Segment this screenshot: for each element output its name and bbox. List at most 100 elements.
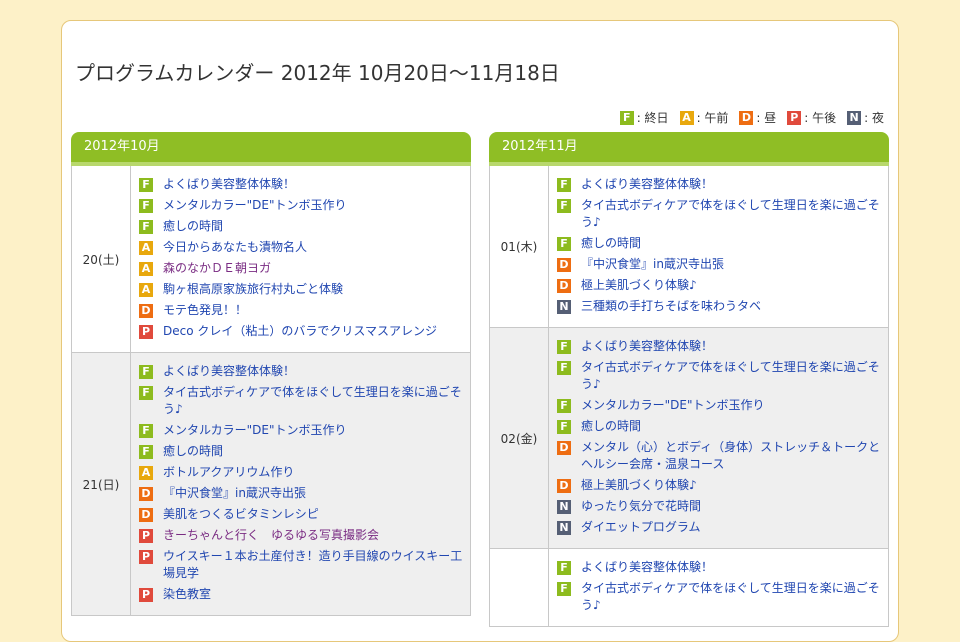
event-link[interactable]: タイ古式ボディケアで体をほぐして生理日を楽に過ごそう♪ bbox=[581, 580, 882, 614]
event-item: F 癒しの時間 bbox=[557, 418, 882, 435]
time-badge-f-icon: F bbox=[139, 178, 153, 192]
month-november: 2012年11月 01(木) F よくばり美容整体体験！ F タイ古式ボディケアで体をほ… bbox=[489, 132, 889, 627]
time-badge-p-icon: P bbox=[787, 110, 802, 125]
page-title: プログラムカレンダー 2012年 10月20日～11月18日 bbox=[75, 61, 560, 85]
event-item: N ダイエットプログラム bbox=[557, 519, 882, 536]
event-link[interactable]: 『中沢食堂』in蔵沢寺出張 bbox=[581, 256, 724, 273]
event-item: N 三種類の手打ちそばを味わうタベ bbox=[557, 298, 882, 315]
time-badge-p-icon: P bbox=[139, 550, 153, 564]
time-badge-n-icon: N bbox=[557, 521, 571, 535]
event-item: D 美肌をつくるビタミンレシピ bbox=[139, 506, 464, 523]
time-badge-f-icon: F bbox=[557, 199, 571, 213]
time-badge-d-icon: D bbox=[139, 487, 153, 501]
time-badge-f-icon: F bbox=[557, 582, 571, 596]
event-link[interactable]: メンタルカラー"DE"トンボ玉作り bbox=[581, 397, 765, 414]
day-row: 02(金) F よくばり美容整体体験！ F タイ古式ボディケアで体をほぐして生理日を楽に… bbox=[489, 328, 889, 549]
event-list: F よくばり美容整体体験！ F メンタルカラー"DE"トンボ玉作り F 癒しの時間 A 今日か… bbox=[131, 166, 470, 352]
month-header: 2012年11月 bbox=[489, 132, 889, 166]
event-link[interactable]: Deco クレイ（粘土）のバラでクリスマスアレンジ bbox=[163, 323, 437, 340]
time-badge-f-icon: F bbox=[557, 237, 571, 251]
time-badge-d-icon: D bbox=[557, 441, 571, 455]
event-link[interactable]: 美肌をつくるビタミンレシピ bbox=[163, 506, 319, 523]
event-link[interactable]: タイ古式ボディケアで体をほぐして生理日を楽に過ごそう♪ bbox=[581, 359, 882, 393]
time-badge-d-icon: D bbox=[557, 279, 571, 293]
time-badge-f-icon: F bbox=[557, 420, 571, 434]
event-item: A 森のなかＤＥ朝ヨガ bbox=[139, 260, 464, 277]
day-label: 01(木) bbox=[490, 166, 549, 327]
day-row: 21(日) F よくばり美容整体体験！ F タイ古式ボディケアで体をほぐして生理日を楽に… bbox=[71, 353, 471, 616]
time-badge-f-icon: F bbox=[619, 110, 634, 125]
legend-label: : 昼 bbox=[756, 111, 777, 125]
legend-item: P: 午後 bbox=[787, 109, 836, 126]
event-link[interactable]: よくばり美容整体体験！ bbox=[163, 176, 295, 193]
day-label: 02(金) bbox=[490, 328, 549, 548]
day-label: 21(日) bbox=[72, 353, 131, 615]
time-badge-d-icon: D bbox=[557, 258, 571, 272]
event-link[interactable]: 極上美肌づくり体験♪ bbox=[581, 277, 697, 294]
event-link[interactable]: ボトルアクアリウム作り bbox=[163, 464, 294, 481]
event-item: F 癒しの時間 bbox=[139, 218, 464, 235]
event-item: F タイ古式ボディケアで体をほぐして生理日を楽に過ごそう♪ bbox=[557, 359, 882, 393]
event-link[interactable]: ダイエットプログラム bbox=[581, 519, 701, 536]
event-link[interactable]: 癒しの時間 bbox=[163, 443, 223, 460]
time-badge-d-icon: D bbox=[139, 304, 153, 318]
event-link[interactable]: きーちゃんと行く ゆるゆる写真撮影会 bbox=[163, 527, 379, 544]
legend-item: F: 終日 bbox=[619, 109, 669, 126]
time-badge-a-icon: A bbox=[679, 110, 694, 125]
day-label bbox=[490, 549, 549, 626]
event-list: F よくばり美容整体体験！ F タイ古式ボディケアで体をほぐして生理日を楽に過ごそう♪… bbox=[131, 353, 470, 615]
event-item: F タイ古式ボディケアで体をほぐして生理日を楽に過ごそう♪ bbox=[139, 384, 464, 418]
event-item: F よくばり美容整体体験！ bbox=[139, 363, 464, 380]
event-link[interactable]: 癒しの時間 bbox=[581, 235, 641, 252]
event-link[interactable]: 三種類の手打ちそばを味わうタベ bbox=[581, 298, 761, 315]
event-list: F よくばり美容整体体験！ F タイ古式ボディケアで体をほぐして生理日を楽に過ごそう♪… bbox=[549, 166, 888, 327]
event-link[interactable]: よくばり美容整体体験！ bbox=[163, 363, 295, 380]
event-item: F タイ古式ボディケアで体をほぐして生理日を楽に過ごそう♪ bbox=[557, 197, 882, 231]
event-link[interactable]: 癒しの時間 bbox=[581, 418, 641, 435]
event-list: F よくばり美容整体体験！ F タイ古式ボディケアで体をほぐして生理日を楽に過ごそう♪… bbox=[549, 328, 888, 548]
time-badge-a-icon: A bbox=[139, 241, 153, 255]
time-badge-d-icon: D bbox=[139, 508, 153, 522]
day-label: 20(土) bbox=[72, 166, 131, 352]
event-item: N ゆったり気分で花時間 bbox=[557, 498, 882, 515]
time-badge-f-icon: F bbox=[139, 386, 153, 400]
event-link[interactable]: よくばり美容整体体験！ bbox=[581, 338, 713, 355]
time-badge-f-icon: F bbox=[557, 561, 571, 575]
event-link[interactable]: タイ古式ボディケアで体をほぐして生理日を楽に過ごそう♪ bbox=[163, 384, 464, 418]
event-link[interactable]: よくばり美容整体体験！ bbox=[581, 559, 713, 576]
time-badge-a-icon: A bbox=[139, 283, 153, 297]
event-link[interactable]: 『中沢食堂』in蔵沢寺出張 bbox=[163, 485, 306, 502]
event-link[interactable]: モテ色発見！！ bbox=[163, 302, 247, 319]
day-row: F よくばり美容整体体験！ F タイ古式ボディケアで体をほぐして生理日を楽に過ごそう♪ bbox=[489, 549, 889, 627]
time-badge-n-icon: N bbox=[557, 300, 571, 314]
event-link[interactable]: メンタル（心）とボディ（身体）ストレッチ＆トークとヘルシー会席・温泉コース bbox=[581, 439, 882, 473]
event-link[interactable]: メンタルカラー"DE"トンボ玉作り bbox=[163, 197, 347, 214]
event-item: D 『中沢食堂』in蔵沢寺出張 bbox=[139, 485, 464, 502]
event-item: F 癒しの時間 bbox=[139, 443, 464, 460]
legend-label: : 夜 bbox=[864, 111, 884, 125]
event-link[interactable]: 駒ヶ根高原家族旅行村丸ごと体験 bbox=[163, 281, 343, 298]
time-badge-f-icon: F bbox=[557, 361, 571, 375]
event-item: F よくばり美容整体体験！ bbox=[557, 559, 882, 576]
event-item: P Deco クレイ（粘土）のバラでクリスマスアレンジ bbox=[139, 323, 464, 340]
month-header: 2012年10月 bbox=[71, 132, 471, 166]
event-link[interactable]: 今日からあなたも漬物名人 bbox=[163, 239, 307, 256]
legend-label: : 午後 bbox=[804, 111, 837, 125]
event-link[interactable]: ウイスキー１本お土産付き！造り手目線のウイスキー工場見学 bbox=[163, 548, 464, 582]
event-link[interactable]: メンタルカラー"DE"トンボ玉作り bbox=[163, 422, 347, 439]
time-badge-f-icon: F bbox=[557, 399, 571, 413]
event-item: P 染色教室 bbox=[139, 586, 464, 603]
legend-label: : 終日 bbox=[636, 111, 669, 125]
legend-item: A: 午前 bbox=[679, 109, 728, 126]
event-link[interactable]: 染色教室 bbox=[163, 586, 211, 603]
time-badge-f-icon: F bbox=[139, 199, 153, 213]
event-link[interactable]: よくばり美容整体体験！ bbox=[581, 176, 713, 193]
event-link[interactable]: 癒しの時間 bbox=[163, 218, 223, 235]
event-item: D 極上美肌づくり体験♪ bbox=[557, 477, 882, 494]
event-link[interactable]: タイ古式ボディケアで体をほぐして生理日を楽に過ごそう♪ bbox=[581, 197, 882, 231]
event-link[interactable]: 森のなかＤＥ朝ヨガ bbox=[163, 260, 271, 277]
calendar-panel: プログラムカレンダー 2012年 10月20日～11月18日 F: 終日 A: 午… bbox=[61, 20, 899, 642]
legend-item: N: 夜 bbox=[847, 109, 884, 126]
event-link[interactable]: ゆったり気分で花時間 bbox=[581, 498, 701, 515]
event-link[interactable]: 極上美肌づくり体験♪ bbox=[581, 477, 697, 494]
